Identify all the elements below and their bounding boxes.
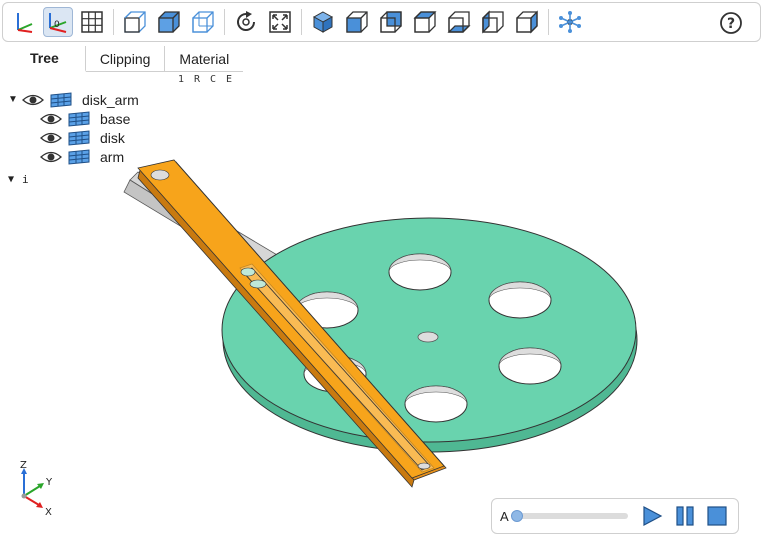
pause-button[interactable] <box>673 504 697 528</box>
toolbar-separator <box>301 9 302 35</box>
shape-visibility-icon[interactable] <box>66 148 92 165</box>
play-icon <box>643 506 663 526</box>
object-tree: ▼ disk_arm base disk arm ▼ i <box>8 90 139 189</box>
rear-view-button[interactable] <box>376 7 406 37</box>
slider-handle[interactable] <box>510 510 523 522</box>
black-edges-icon <box>158 11 180 33</box>
column-header: 1 <box>178 74 185 85</box>
axes-button[interactable] <box>9 7 39 37</box>
shape-visibility-icon[interactable] <box>66 129 92 146</box>
tree-node-root[interactable]: ▼ disk_arm <box>8 90 139 109</box>
explode-icon <box>559 11 581 33</box>
axis-label-y: Y <box>45 477 53 488</box>
toolbar-separator <box>113 9 114 35</box>
tree-column-headers: 1RCE <box>178 74 242 85</box>
column-header: C <box>210 74 217 85</box>
visibility-eye-icon[interactable] <box>40 112 62 126</box>
iso-view-icon <box>312 11 334 33</box>
bottom-view-button[interactable] <box>444 7 474 37</box>
transparent-icon <box>124 11 146 33</box>
tree-node-disk[interactable]: disk <box>8 128 139 147</box>
axis-label-x: X <box>45 507 52 518</box>
collapse-caret-icon[interactable]: ▼ <box>8 174 22 185</box>
animation-slider[interactable] <box>510 510 629 522</box>
zoom-fit-button[interactable] <box>265 7 295 37</box>
column-header: E <box>226 74 233 85</box>
help-label: ? <box>727 16 735 32</box>
tab-material[interactable]: Material <box>165 46 244 72</box>
tree-node-label[interactable]: disk <box>100 130 125 146</box>
grid-button[interactable] <box>77 7 107 37</box>
axes-origin-icon: 0 <box>49 13 67 33</box>
transparent-button[interactable] <box>120 7 150 37</box>
visibility-eye-icon[interactable] <box>40 131 62 145</box>
stop-button[interactable] <box>705 504 729 528</box>
rear-view-icon <box>380 11 402 33</box>
tree-node-label[interactable]: disk_arm <box>82 92 139 108</box>
toolbar-separator <box>548 9 549 35</box>
play-button[interactable] <box>640 504 664 528</box>
help-icon: ? <box>720 12 742 34</box>
tree-node-label[interactable]: i <box>22 173 29 186</box>
reset-view-button[interactable] <box>231 7 261 37</box>
iso-view-button[interactable] <box>308 7 338 37</box>
visibility-eye-icon[interactable] <box>40 150 62 164</box>
right-view-button[interactable] <box>512 7 542 37</box>
axes-icon <box>17 13 33 33</box>
tree-node-i[interactable]: ▼ i <box>8 170 139 189</box>
panel-tabs: Tree Clipping Material <box>4 46 244 72</box>
pause-icon <box>676 506 694 526</box>
axes-origin-button[interactable]: 0 <box>43 7 73 37</box>
zoom-fit-icon <box>269 11 291 33</box>
shape-visibility-icon[interactable] <box>48 91 74 108</box>
wireframe-button[interactable] <box>188 7 218 37</box>
grid-icon <box>81 11 103 33</box>
wireframe-icon <box>192 11 214 33</box>
tree-node-base[interactable]: base <box>8 109 139 128</box>
column-header: R <box>194 74 201 85</box>
tree-node-label[interactable]: base <box>100 111 130 127</box>
axis-label-z: Z <box>20 460 27 471</box>
axis-triad: Z Y X <box>20 460 53 518</box>
toolbar-separator <box>224 9 225 35</box>
shape-visibility-icon[interactable] <box>66 110 92 127</box>
front-view-icon <box>346 11 368 33</box>
collapse-caret-icon[interactable]: ▼ <box>8 94 22 105</box>
animation-label: A <box>500 508 509 524</box>
tree-node-arm[interactable]: arm <box>8 147 139 166</box>
origin-label: 0 <box>54 20 60 30</box>
visibility-eye-icon[interactable] <box>22 93 44 107</box>
top-view-button[interactable] <box>410 7 440 37</box>
left-view-icon <box>482 10 504 34</box>
right-view-icon <box>516 10 538 34</box>
explode-button[interactable] <box>555 7 585 37</box>
black-edges-button[interactable] <box>154 7 184 37</box>
toolbar: 0 ? <box>2 2 761 42</box>
tab-tree[interactable]: Tree <box>4 46 86 72</box>
animation-controls: A <box>491 498 739 534</box>
tree-node-label[interactable]: arm <box>100 149 124 165</box>
bottom-view-icon <box>447 11 471 33</box>
front-view-button[interactable] <box>342 7 372 37</box>
left-view-button[interactable] <box>478 7 508 37</box>
stop-icon <box>707 506 727 526</box>
top-view-icon <box>413 11 437 33</box>
reset-view-icon <box>237 11 256 31</box>
tab-clipping[interactable]: Clipping <box>85 46 166 72</box>
help-button[interactable]: ? <box>716 8 746 38</box>
